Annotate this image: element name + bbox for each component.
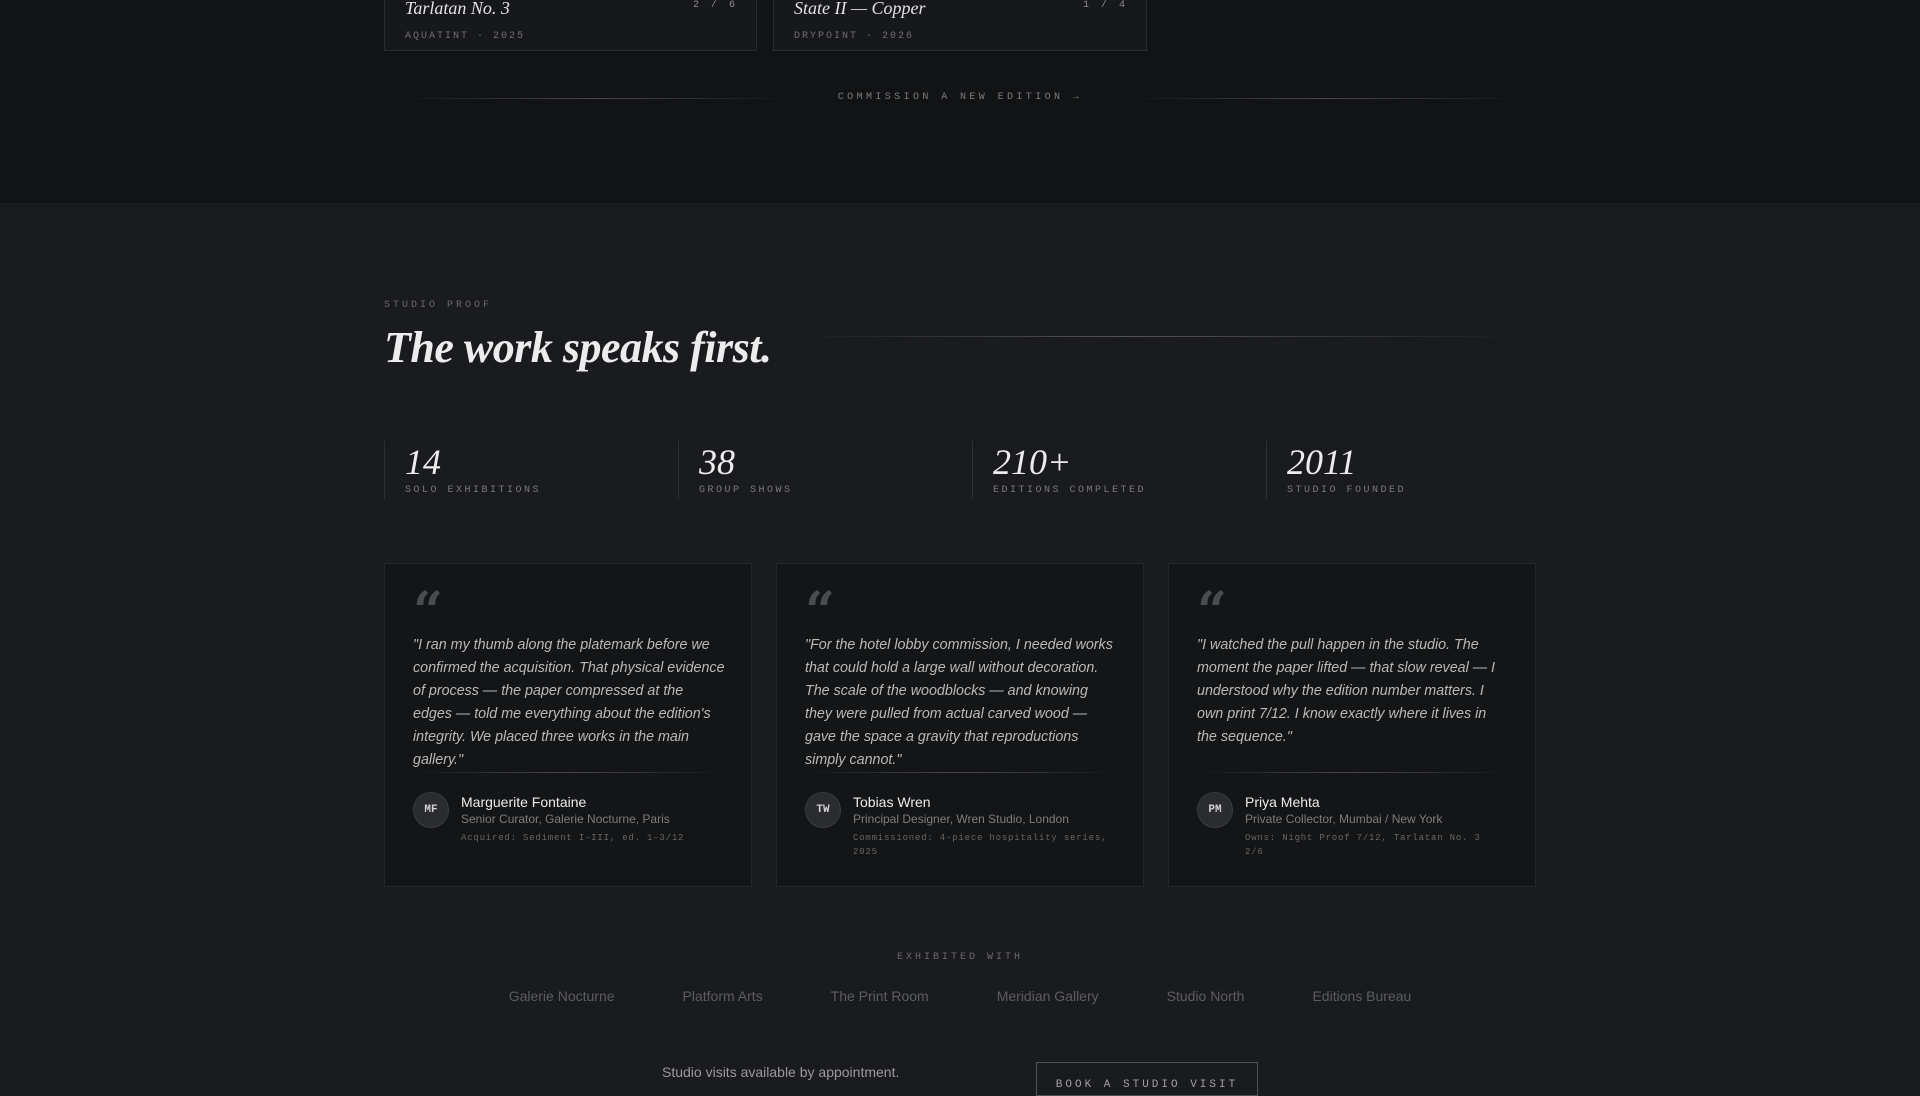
section-title: The work speaks first. bbox=[384, 323, 772, 372]
stat-value: 38 bbox=[699, 442, 735, 482]
stat-label: SOLO EXHIBITIONS bbox=[405, 485, 542, 496]
edition-meta: AQUATINT · 2025 bbox=[405, 31, 526, 42]
book-studio-visit-button[interactable]: BOOK A STUDIO VISIT bbox=[1036, 1062, 1258, 1096]
author-name: Marguerite Fontaine bbox=[461, 794, 587, 810]
venue-name: Studio North bbox=[1166, 988, 1245, 1004]
edition-card[interactable]: Tarlatan No. 3 2 / 6 AQUATINT · 2025 bbox=[384, 0, 757, 51]
divider bbox=[413, 772, 725, 773]
testimonial-card: “ "I ran my thumb along the platemark be… bbox=[384, 563, 752, 887]
stat-solo-exhibitions: 14 SOLO EXHIBITIONS bbox=[384, 441, 664, 499]
exhibited-label: EXHIBITED WITH bbox=[896, 952, 1023, 963]
author-role: Senior Curator, Galerie Nocturne, Paris bbox=[461, 812, 670, 826]
stat-value: 2011 bbox=[1287, 442, 1357, 482]
author-role: Private Collector, Mumbai / New York bbox=[1245, 812, 1443, 826]
stat-value: 210+ bbox=[993, 442, 1072, 482]
quote-icon: “ bbox=[805, 581, 835, 642]
author-role: Principal Designer, Wren Studio, London bbox=[853, 812, 1069, 826]
stat-label: GROUP SHOWS bbox=[699, 485, 793, 496]
edition-count: 1 / 4 bbox=[1082, 0, 1128, 11]
divider bbox=[800, 336, 1520, 337]
stat-label: STUDIO FOUNDED bbox=[1287, 485, 1407, 496]
venue-name: The Print Room bbox=[830, 988, 929, 1004]
edition-card[interactable]: State II — Copper 1 / 4 DRYPOINT · 2026 bbox=[773, 0, 1147, 51]
quote-icon: “ bbox=[413, 581, 443, 642]
author-note: Commissioned: 4-piece hospitality series… bbox=[853, 833, 1108, 857]
testimonial-card: “ "For the hotel lobby commission, I nee… bbox=[776, 563, 1144, 887]
venue-name: Meridian Gallery bbox=[996, 988, 1099, 1004]
stat-value: 14 bbox=[405, 442, 441, 482]
stat-studio-founded: 2011 STUDIO FOUNDED bbox=[1266, 441, 1546, 499]
testimonial-quote: "For the hotel lobby commission, I neede… bbox=[805, 637, 1113, 768]
edition-meta: DRYPOINT · 2026 bbox=[794, 31, 915, 42]
edition-title: Tarlatan No. 3 bbox=[405, 0, 510, 18]
testimonial-card: “ "I watched the pull happen in the stud… bbox=[1168, 563, 1536, 887]
divider bbox=[805, 772, 1117, 773]
testimonial-quote: "I watched the pull happen in the studio… bbox=[1197, 637, 1495, 745]
author-note: Acquired: Sediment I–III, ed. 1–3/12 bbox=[461, 833, 685, 843]
visit-note: Studio visits available by appointment. bbox=[662, 1064, 900, 1080]
divider bbox=[1130, 98, 1520, 99]
edition-count: 2 / 6 bbox=[692, 0, 738, 11]
stat-group-shows: 38 GROUP SHOWS bbox=[678, 441, 958, 499]
edition-title: State II — Copper bbox=[794, 0, 926, 18]
author-name: Priya Mehta bbox=[1245, 794, 1320, 810]
quote-icon: “ bbox=[1197, 581, 1227, 642]
author-name: Tobias Wren bbox=[853, 794, 931, 810]
avatar: TW bbox=[805, 792, 841, 828]
avatar: MF bbox=[413, 792, 449, 828]
commission-link[interactable]: COMMISSION A NEW EDITION → bbox=[790, 92, 1130, 103]
divider bbox=[1197, 772, 1509, 773]
editions-section: Tarlatan No. 3 2 / 6 AQUATINT · 2025 Sta… bbox=[0, 0, 1920, 203]
venue-name: Platform Arts bbox=[682, 988, 763, 1004]
stat-editions-completed: 210+ EDITIONS COMPLETED bbox=[972, 441, 1252, 499]
avatar: PM bbox=[1197, 792, 1233, 828]
venue-name: Editions Bureau bbox=[1312, 988, 1412, 1004]
venue-list: Galerie Nocturne Platform Arts The Print… bbox=[0, 988, 1920, 1004]
testimonial-quote: "I ran my thumb along the platemark befo… bbox=[413, 637, 725, 768]
stat-label: EDITIONS COMPLETED bbox=[993, 485, 1147, 496]
divider bbox=[400, 98, 790, 99]
section-eyebrow: STUDIO PROOF bbox=[384, 300, 493, 311]
venue-name: Galerie Nocturne bbox=[508, 988, 615, 1004]
author-note: Owns: Night Proof 7/12, Tarlatan No. 3 2… bbox=[1245, 833, 1481, 857]
